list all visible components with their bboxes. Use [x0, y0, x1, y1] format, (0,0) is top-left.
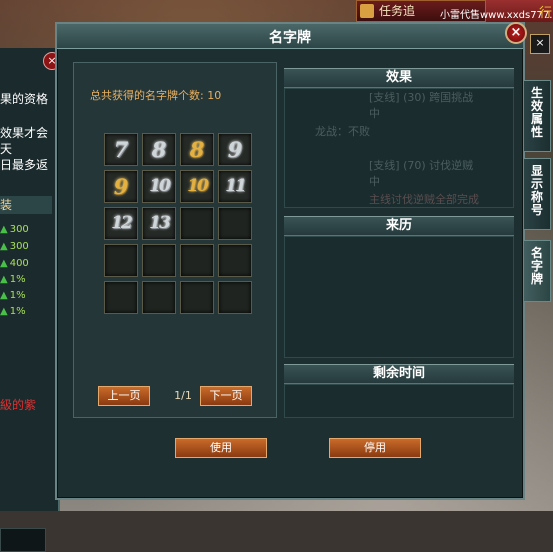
nameplate-slot[interactable]: 13 [142, 207, 176, 240]
close-icon[interactable]: × [505, 22, 527, 44]
bg-input-box[interactable] [0, 528, 46, 552]
remaining-time-header: 剩余时间 [284, 364, 514, 384]
origin-header: 来历 [284, 216, 514, 236]
ghost-text: [支线] (30) 跨国挑战 [369, 91, 474, 104]
nameplate-slot[interactable]: 10 [142, 170, 176, 203]
use-button[interactable]: 使用 [175, 438, 267, 458]
bg-stat-row: ▲ 1% [0, 306, 26, 317]
up-arrow-icon: ▲ [0, 241, 8, 252]
watermark: 小雷代售www.xxds777.com [440, 10, 553, 21]
bg-panel-line: 日最多返 [0, 158, 49, 172]
ghost-text: 主线讨伐逆贼全部完成 [369, 193, 479, 206]
stop-button[interactable]: 停用 [329, 438, 421, 458]
origin-body [284, 236, 514, 358]
nameplate-window: 名字牌 × 总共获得的名字牌个数: 10 7 8 8 9 9 10 10 11 12 13 上一页… [55, 22, 527, 500]
bg-panel-line: 天 [0, 142, 13, 156]
bg-red-text: 級的紫 [0, 398, 37, 412]
ghost-text: 龙战：不败 [315, 125, 370, 138]
bg-panel-header: 装 [0, 196, 52, 214]
nameplate-number: 13 [149, 213, 171, 233]
quest-icon [360, 4, 374, 18]
page-indicator: 1/1 [174, 389, 192, 402]
nameplate-slot[interactable]: 12 [104, 207, 138, 240]
nameplate-slot-empty[interactable] [104, 244, 138, 277]
nameplate-number: 10 [187, 176, 209, 196]
bg-panel-line: 效果才会 [0, 126, 49, 140]
bg-stat-row: ▲ 1% [0, 274, 26, 285]
nameplate-number: 9 [113, 174, 129, 199]
up-arrow-icon: ▲ [0, 306, 8, 317]
nameplate-slot[interactable]: 7 [104, 133, 138, 166]
bg-stat-row: ▲ 400 [0, 258, 29, 269]
ghost-text: [支线] (70) 讨伐逆贼 [369, 159, 474, 172]
title-bar[interactable]: 名字牌 [57, 24, 523, 49]
nameplate-slot-empty[interactable] [218, 244, 252, 277]
ghost-text: 中 [369, 175, 380, 188]
ghost-text: 中 [369, 107, 380, 120]
nameplate-slot-empty[interactable] [142, 244, 176, 277]
nameplate-slot[interactable]: 8 [142, 133, 176, 166]
tab-nameplate[interactable]: 名字牌 [524, 240, 551, 302]
nameplate-slot[interactable]: 11 [218, 170, 252, 203]
nameplate-slot-empty[interactable] [142, 281, 176, 314]
nameplate-slot-empty[interactable] [104, 281, 138, 314]
nameplate-slot[interactable]: 9 [104, 170, 138, 203]
side-close-icon[interactable]: × [530, 34, 550, 54]
up-arrow-icon: ▲ [0, 258, 8, 269]
bg-stat-row: ▲ 300 [0, 224, 29, 235]
quest-label: 任务追 [379, 4, 416, 18]
nameplate-slot-empty[interactable] [218, 281, 252, 314]
nameplate-detail-panel: 效果 [支线] (30) 跨国挑战 中 龙战：不败 [支线] (70) 讨伐逆贼… [284, 62, 514, 418]
prev-page-button[interactable]: 上一页 [98, 386, 150, 406]
up-arrow-icon: ▲ [0, 274, 8, 285]
nameplate-slot-empty[interactable] [180, 281, 214, 314]
remaining-time-body [284, 384, 514, 418]
nameplate-number: 7 [113, 137, 129, 162]
background-panel: × 果的资格 效果才会 天 日最多返 装 ▲ 300 ▲ 300 ▲ 400 ▲ 1% … [0, 48, 61, 552]
nameplate-number: 9 [227, 137, 243, 162]
nameplate-slot[interactable]: 8 [180, 133, 214, 166]
nameplate-collection-panel: 总共获得的名字牌个数: 10 7 8 8 9 9 10 10 11 12 13 上一页 1/1 下… [73, 62, 277, 418]
scene-right-glyph: 行 [539, 6, 553, 21]
nameplate-slot-empty[interactable] [180, 244, 214, 277]
nameplate-number: 11 [225, 176, 247, 196]
tab-active-attributes[interactable]: 生效属性 [524, 80, 551, 152]
nameplate-number: 8 [151, 137, 167, 162]
bg-panel-line: 果的资格 [0, 92, 49, 106]
bg-stat-row: ▲ 300 [0, 241, 29, 252]
nameplate-slot-empty[interactable] [218, 207, 252, 240]
nameplate-number: 8 [189, 137, 205, 162]
next-page-button[interactable]: 下一页 [200, 386, 252, 406]
nameplate-number: 12 [111, 213, 133, 233]
bg-stat-row: ▲ 1% [0, 290, 26, 301]
nameplate-slot[interactable]: 10 [180, 170, 214, 203]
nameplate-grid: 7 8 8 9 9 10 10 11 12 13 [104, 133, 254, 314]
nameplate-slot-empty[interactable] [180, 207, 214, 240]
window-title: 名字牌 [269, 30, 311, 46]
tab-display-title[interactable]: 显示称号 [524, 158, 551, 230]
nameplate-count-label: 总共获得的名字牌个数: 10 [90, 89, 222, 102]
effect-header: 效果 [284, 68, 514, 88]
up-arrow-icon: ▲ [0, 224, 8, 235]
nameplate-number: 10 [149, 176, 171, 196]
up-arrow-icon: ▲ [0, 290, 8, 301]
nameplate-slot[interactable]: 9 [218, 133, 252, 166]
effect-body: [支线] (30) 跨国挑战 中 龙战：不败 [支线] (70) 讨伐逆贼 中 … [284, 88, 514, 208]
